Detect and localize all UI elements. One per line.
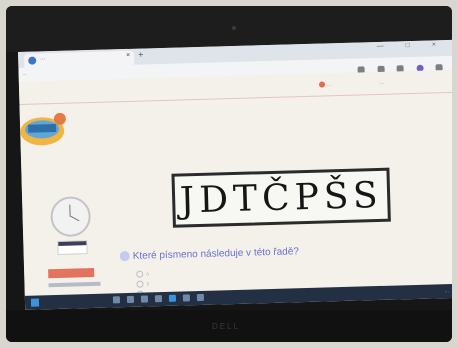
mail-icon[interactable] bbox=[154, 295, 163, 303]
browser-taskbar-icon[interactable] bbox=[168, 294, 177, 302]
account-label: ... bbox=[326, 81, 333, 88]
question: Které písmeno následuje v této řadě? bbox=[119, 246, 300, 262]
settings-icon[interactable] bbox=[196, 293, 205, 302]
header-divider bbox=[19, 91, 452, 105]
answer-option[interactable]: a bbox=[136, 270, 150, 278]
user-icon bbox=[318, 81, 326, 88]
search-icon[interactable] bbox=[112, 296, 121, 304]
file-explorer-icon[interactable] bbox=[140, 295, 149, 303]
logout-link[interactable]: ... bbox=[379, 80, 384, 86]
side-note-text bbox=[48, 281, 101, 288]
question-number-icon bbox=[119, 251, 130, 262]
radio-icon[interactable] bbox=[136, 270, 144, 278]
radio-icon[interactable] bbox=[136, 280, 144, 288]
url-text[interactable]: ... bbox=[23, 71, 27, 77]
countdown-timer bbox=[57, 240, 88, 255]
side-action-button[interactable] bbox=[48, 267, 95, 279]
question-text: Které písmeno následuje v této řadě? bbox=[132, 246, 300, 262]
store-icon[interactable] bbox=[182, 294, 191, 302]
laptop-bezel-bottom: DELL bbox=[6, 310, 452, 342]
favicon-icon bbox=[28, 56, 37, 65]
new-tab-button[interactable]: + bbox=[138, 50, 144, 60]
laptop-brand: DELL bbox=[212, 322, 241, 331]
window-controls[interactable]: — □ × bbox=[377, 41, 446, 50]
laptop-photo: ... × + — □ × ... ... ... JDTČPŠS Které … bbox=[6, 6, 452, 342]
quiz-page: ... ... JDTČPŠS Které písmeno následuje … bbox=[18, 69, 452, 308]
app-logo bbox=[20, 112, 66, 146]
system-tray[interactable]: ... bbox=[445, 288, 449, 294]
option-label: a bbox=[146, 271, 150, 278]
answer-option[interactable]: b bbox=[136, 280, 150, 288]
task-view-icon[interactable] bbox=[126, 295, 135, 304]
webcam-icon bbox=[232, 26, 236, 30]
start-button-icon[interactable] bbox=[30, 298, 40, 307]
tab-title: ... bbox=[40, 55, 46, 62]
tab-close-button[interactable]: × bbox=[126, 52, 130, 59]
letter-sequence: JDTČPŠS bbox=[179, 174, 384, 222]
laptop-screen: ... × + — □ × ... ... ... JDTČPŠS Které … bbox=[18, 39, 452, 310]
letter-sequence-card: JDTČPŠS bbox=[171, 167, 391, 228]
option-label: b bbox=[146, 281, 150, 288]
clock-icon bbox=[50, 196, 92, 238]
account-link[interactable]: ... bbox=[318, 81, 333, 88]
